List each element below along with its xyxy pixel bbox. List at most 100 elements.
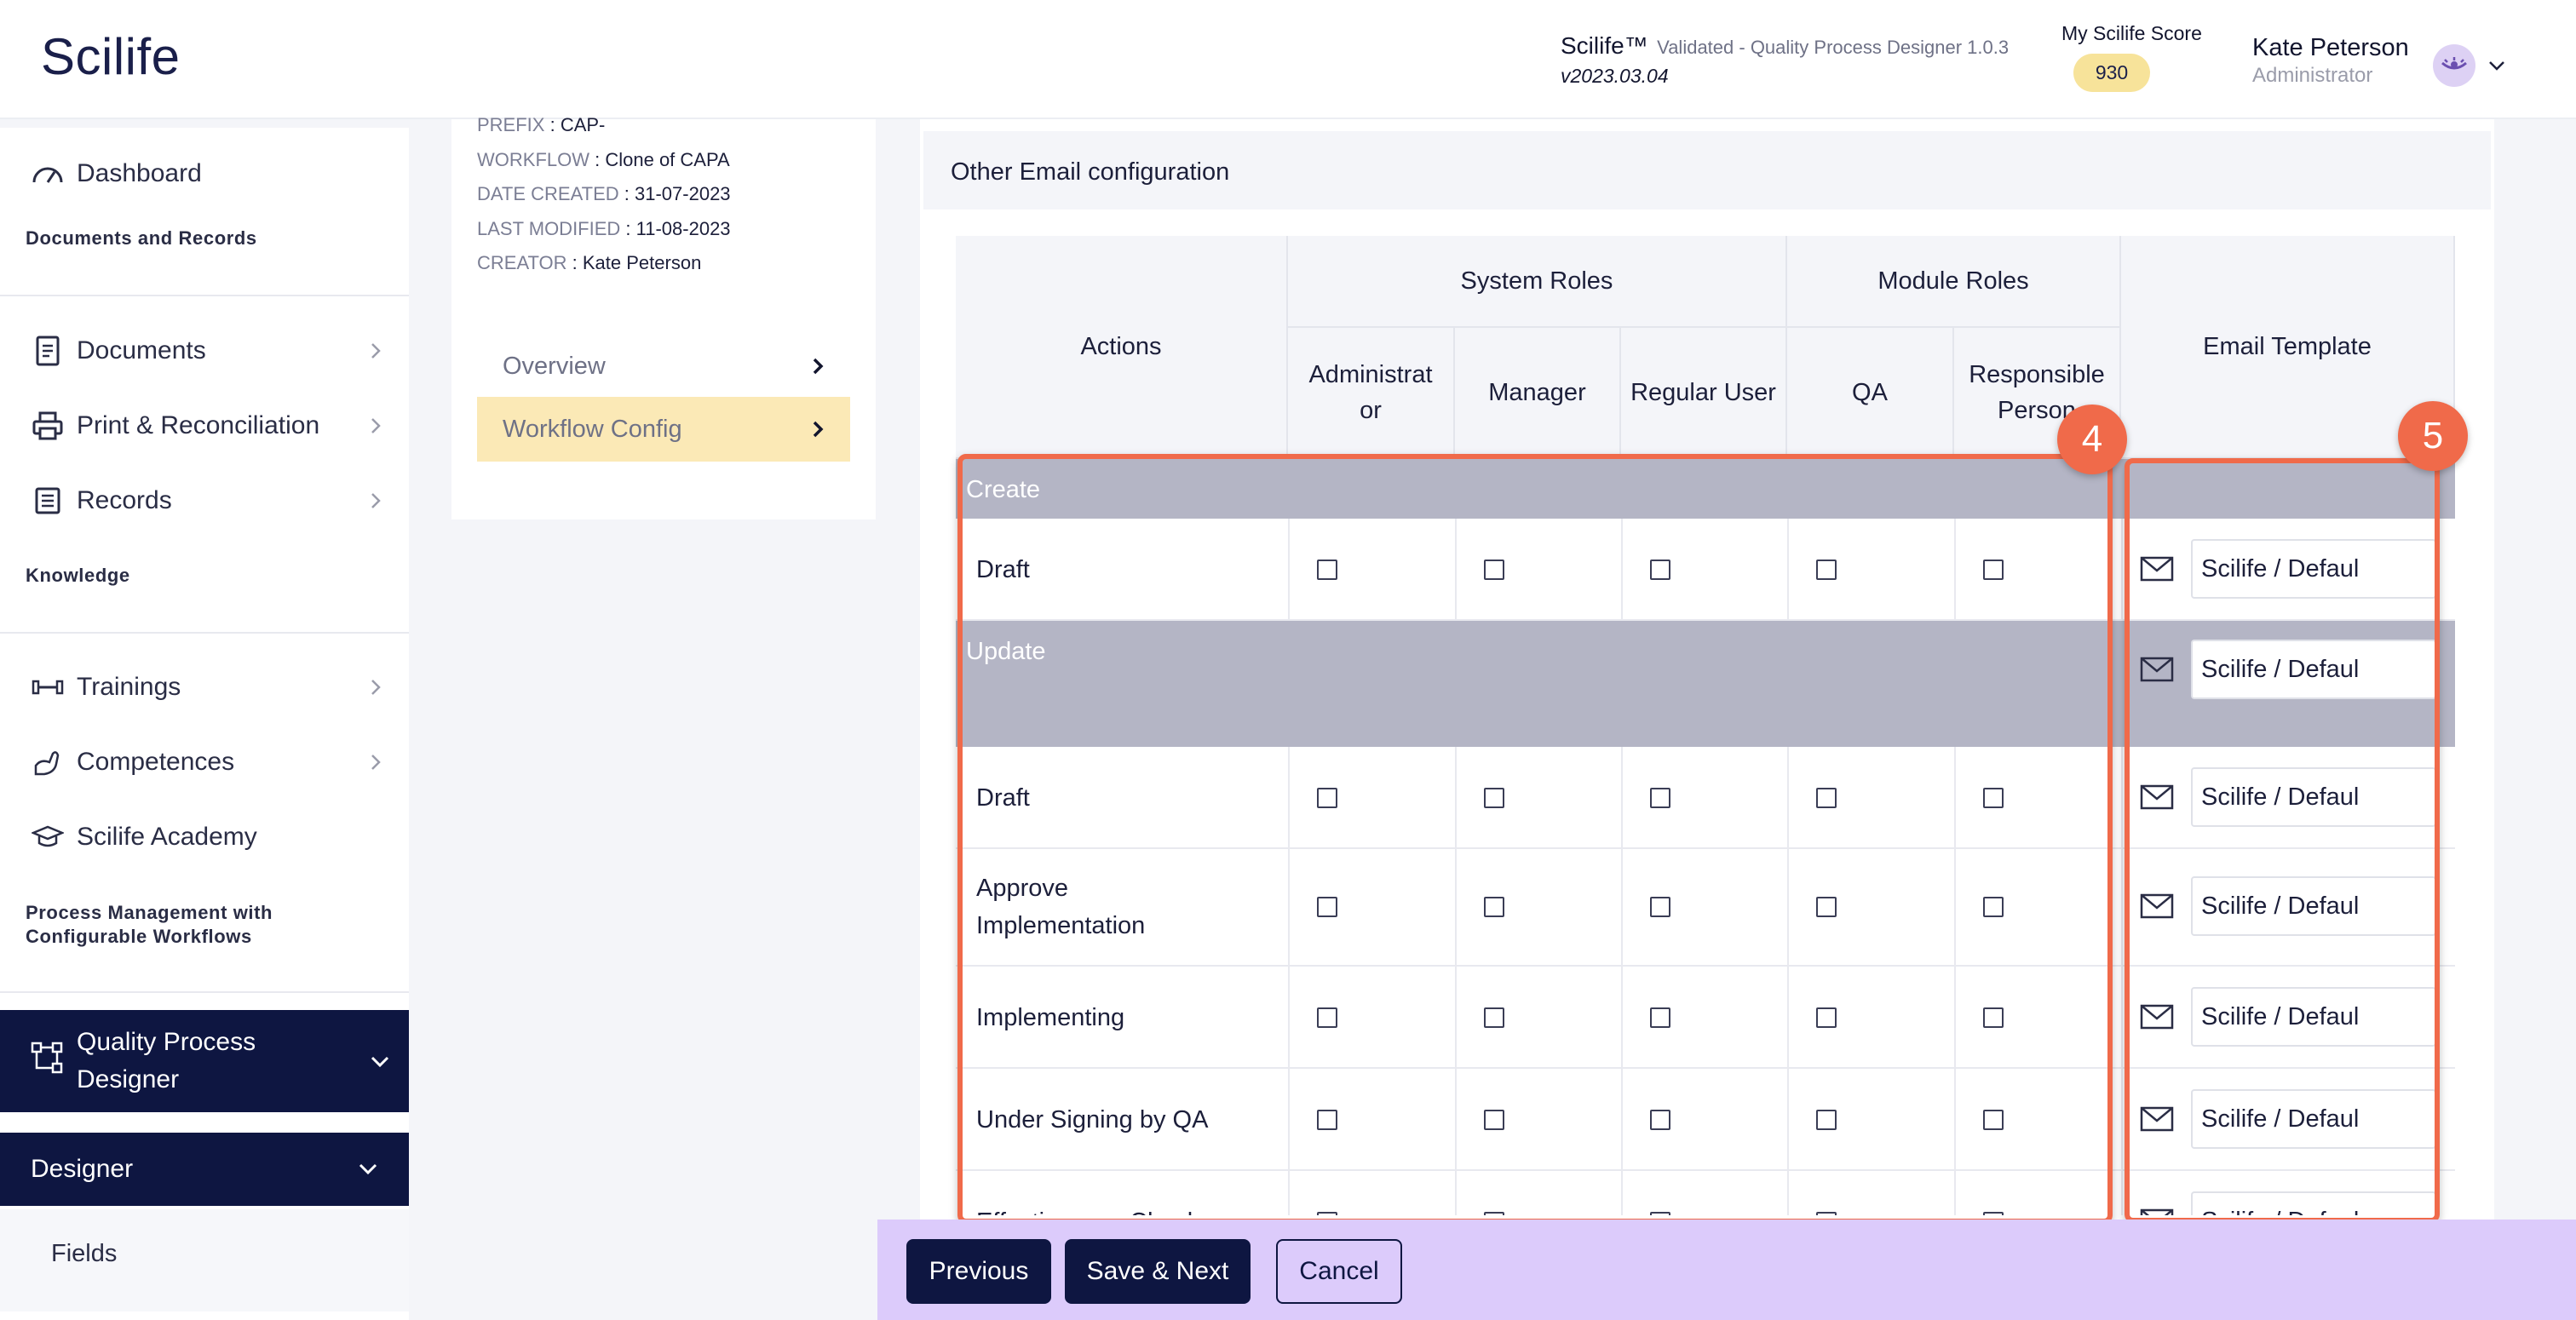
checkbox-manager[interactable] xyxy=(1484,1007,1504,1028)
sidebar-item-trainings[interactable]: Trainings xyxy=(0,657,409,717)
checkbox-responsible-person[interactable] xyxy=(1983,1007,2004,1028)
checkbox-responsible-person[interactable] xyxy=(1983,560,2004,580)
sidebar-item-records[interactable]: Records xyxy=(0,471,409,531)
email-template-select[interactable]: Scilife / Defaul xyxy=(2140,767,2455,829)
checkbox-manager[interactable] xyxy=(1484,1212,1504,1215)
sidebar-divider xyxy=(0,991,409,993)
previous-button[interactable]: Previous xyxy=(906,1239,1051,1304)
app-name: Scilife™ xyxy=(1561,32,1648,59)
checkbox-administrator[interactable] xyxy=(1317,1007,1337,1028)
sidebar-item-academy[interactable]: Scilife Academy xyxy=(0,807,409,867)
checkbox-qa[interactable] xyxy=(1816,788,1837,808)
table-row: Draft Scilife / Defaul xyxy=(956,747,2455,849)
template-field[interactable]: Scilife / Defaul xyxy=(2191,767,2436,827)
records-icon xyxy=(31,484,65,518)
checkbox-regular-user[interactable] xyxy=(1650,1212,1670,1215)
sidebar-item-quality-process-designer[interactable]: Quality Process Designer xyxy=(0,1010,409,1112)
action-label: Under Signing by QA xyxy=(976,1106,1209,1133)
email-template-select[interactable]: Scilife / Defaul xyxy=(2140,1089,2455,1151)
meta-workflow: WORKFLOW : Clone of CAPA xyxy=(477,149,730,170)
scilife-logo[interactable]: Scilife xyxy=(41,27,181,86)
annotation-badge-5: 5 xyxy=(2398,401,2468,471)
workflow-icon xyxy=(31,1042,65,1081)
checkbox-responsible-person[interactable] xyxy=(1983,788,2004,808)
user-info[interactable]: Kate Peterson Administrator xyxy=(2252,34,2409,88)
sidebar-item-label: Scilife Academy xyxy=(77,823,257,851)
checkbox-qa[interactable] xyxy=(1816,897,1837,917)
table-row: Approve Implementation Scilife / Defaul xyxy=(956,849,2455,967)
dumbbell-icon xyxy=(31,670,65,704)
checkbox-regular-user[interactable] xyxy=(1650,560,1670,580)
email-template-select[interactable]: Scilife / Defaul xyxy=(2140,987,2455,1048)
nav-overview[interactable]: Overview xyxy=(477,334,850,399)
checkbox-administrator[interactable] xyxy=(1317,1212,1337,1215)
email-template-select[interactable]: Scilife / Defaul xyxy=(2140,640,2455,701)
action-label: Effectiveness Check xyxy=(976,1203,1199,1215)
action-label: Approve Implementation xyxy=(976,875,1146,939)
action-label: Draft xyxy=(976,784,1030,812)
score-badge[interactable]: 930 xyxy=(2073,54,2151,92)
annotation-badge-4: 4 xyxy=(2057,405,2127,474)
checkbox-qa[interactable] xyxy=(1816,1007,1837,1028)
email-template-select[interactable]: Scilife / Defaul xyxy=(2140,539,2455,600)
checkbox-responsible-person[interactable] xyxy=(1983,1110,2004,1130)
save-next-button[interactable]: Save & Next xyxy=(1065,1239,1251,1304)
cancel-button[interactable]: Cancel xyxy=(1276,1239,1402,1304)
chevron-down-icon[interactable] xyxy=(2486,55,2508,77)
chevron-right-icon xyxy=(371,680,381,695)
template-field[interactable]: Scilife / Defaul xyxy=(2191,1089,2436,1149)
gauge-icon xyxy=(31,157,65,191)
checkbox-regular-user[interactable] xyxy=(1650,897,1670,917)
checkbox-responsible-person[interactable] xyxy=(1983,897,2004,917)
email-template-select[interactable]: Scilife / Defaul xyxy=(2140,876,2455,938)
sidebar-item-documents[interactable]: Documents xyxy=(0,321,409,381)
checkbox-administrator[interactable] xyxy=(1317,788,1337,808)
sidebar-item-label: Print & Reconciliation xyxy=(77,411,320,439)
checkbox-administrator[interactable] xyxy=(1317,1110,1337,1130)
envelope-icon xyxy=(2140,1004,2174,1030)
checkbox-regular-user[interactable] xyxy=(1650,1007,1670,1028)
sidebar-item-dashboard[interactable]: Dashboard xyxy=(0,144,409,204)
avatar[interactable] xyxy=(2433,44,2475,87)
sidebar-item-designer[interactable]: Designer xyxy=(0,1133,409,1206)
sidebar-item-competences[interactable]: Competences xyxy=(0,732,409,792)
checkbox-administrator[interactable] xyxy=(1317,560,1337,580)
checkbox-manager[interactable] xyxy=(1484,560,1504,580)
checkbox-responsible-person[interactable] xyxy=(1983,1212,2004,1215)
checkbox-qa[interactable] xyxy=(1816,560,1837,580)
checkbox-administrator[interactable] xyxy=(1317,897,1337,917)
score-label: My Scilife Score xyxy=(2061,22,2202,44)
nav-workflow-config[interactable]: Workflow Config xyxy=(477,397,850,462)
checkbox-manager[interactable] xyxy=(1484,1110,1504,1130)
template-field[interactable]: Scilife / Defaul xyxy=(2191,1191,2436,1215)
table-row: Under Signing by QA Scilife / Defaul xyxy=(956,1069,2455,1171)
table-row: Draft Scilife / Defaul xyxy=(956,519,2455,621)
sidebar-item-label: Documents xyxy=(77,336,206,364)
envelope-icon xyxy=(2140,556,2174,582)
meta-creator: CREATOR : Kate Peterson xyxy=(477,252,702,273)
checkbox-qa[interactable] xyxy=(1816,1212,1837,1215)
template-field[interactable]: Scilife / Defaul xyxy=(2191,640,2436,699)
header-actions: Actions xyxy=(956,236,1288,459)
app-info: Scilife™ Validated - Quality Process Des… xyxy=(1561,32,2055,88)
checkbox-regular-user[interactable] xyxy=(1650,1110,1670,1130)
chevron-right-icon xyxy=(813,421,824,438)
envelope-icon xyxy=(2140,657,2174,682)
email-template-select[interactable]: Scilife / Defaul xyxy=(2140,1191,2455,1215)
envelope-icon xyxy=(2140,784,2174,810)
checkbox-qa[interactable] xyxy=(1816,1110,1837,1130)
template-field[interactable]: Scilife / Defaul xyxy=(2191,876,2436,936)
envelope-icon xyxy=(2140,893,2174,919)
sidebar-section-knowledge: Knowledge xyxy=(26,565,130,586)
app-version: v2023.03.04 xyxy=(1561,65,1669,87)
sidebar-item-print[interactable]: Print & Reconciliation xyxy=(0,396,409,456)
checkbox-manager[interactable] xyxy=(1484,788,1504,808)
sidebar-section-process: Process Management with Configurable Wor… xyxy=(26,902,273,947)
template-field[interactable]: Scilife / Defaul xyxy=(2191,987,2436,1047)
checkbox-manager[interactable] xyxy=(1484,897,1504,917)
sidebar-item-fields[interactable]: Fields xyxy=(51,1240,117,1268)
header-system-roles: System Roles xyxy=(1288,236,1787,328)
checkbox-regular-user[interactable] xyxy=(1650,788,1670,808)
template-field[interactable]: Scilife / Defaul xyxy=(2191,539,2436,599)
meta-date-created: DATE CREATED : 31-07-2023 xyxy=(477,183,731,204)
